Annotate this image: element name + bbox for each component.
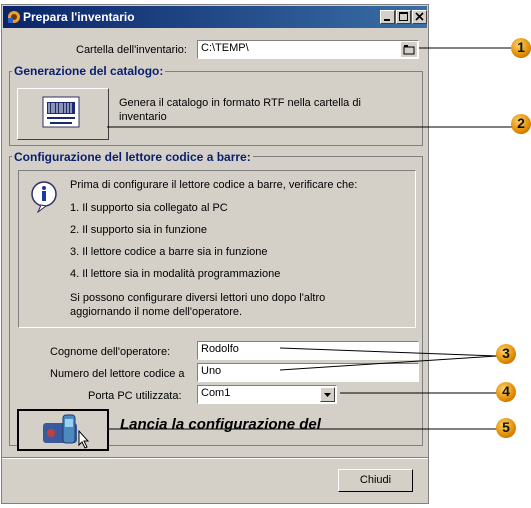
callout-lines	[107, 47, 513, 430]
callout-badge: 1	[511, 38, 531, 58]
callout-badge: 2	[511, 114, 531, 134]
callout-line-3b	[279, 355, 498, 371]
callout-badge: 5	[496, 418, 516, 438]
callout-badge: 3	[496, 344, 516, 364]
callout-line-3a	[279, 347, 498, 357]
callout-badge: 4	[496, 382, 516, 402]
